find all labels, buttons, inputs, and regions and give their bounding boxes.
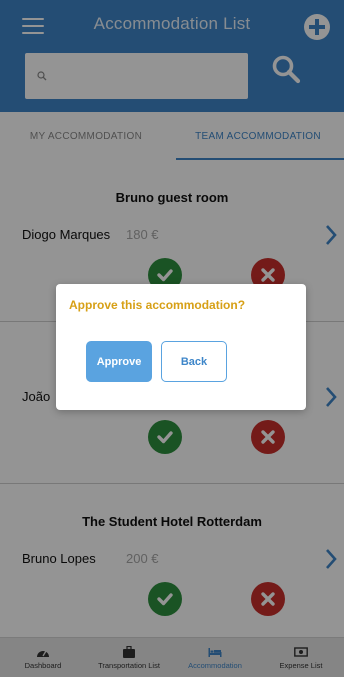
approve-button[interactable]: Approve bbox=[86, 341, 152, 382]
approve-dialog: Approve this accommodation? Approve Back bbox=[56, 284, 306, 410]
app-screen: Accommodation List MY ACCOMMODATION TEAM… bbox=[0, 0, 344, 677]
dialog-title: Approve this accommodation? bbox=[69, 298, 246, 312]
back-button[interactable]: Back bbox=[161, 341, 227, 382]
